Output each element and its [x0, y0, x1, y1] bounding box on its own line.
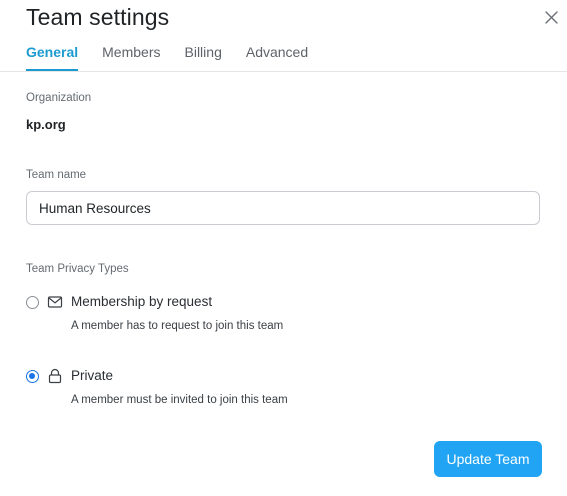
private-radio[interactable]	[26, 370, 39, 383]
team-settings-dialog: Team settings General Members Billing Ad…	[0, 0, 567, 496]
membership-by-request-title: Membership by request	[71, 294, 213, 309]
tab-general[interactable]: General	[26, 43, 79, 71]
privacy-option-membership-by-request[interactable]: Membership by request A member has to re…	[26, 294, 546, 334]
close-button[interactable]	[538, 4, 564, 30]
tab-bar: General Members Billing Advanced	[26, 43, 332, 71]
private-description: A member must be invited to join this te…	[71, 394, 288, 406]
membership-by-request-description: A member has to request to join this tea…	[71, 320, 284, 332]
close-icon	[544, 10, 558, 24]
private-title: Private	[71, 368, 114, 383]
tab-advanced[interactable]: Advanced	[246, 43, 308, 70]
organization-label: Organization	[26, 92, 92, 104]
update-team-button[interactable]: Update Team	[434, 441, 542, 477]
membership-by-request-radio[interactable]	[26, 296, 39, 309]
lock-icon	[48, 368, 62, 384]
privacy-types-label: Team Privacy Types	[26, 263, 129, 275]
envelope-icon	[47, 296, 63, 308]
organization-value: kp.org	[26, 117, 66, 132]
tab-billing[interactable]: Billing	[185, 43, 222, 70]
team-name-label: Team name	[26, 169, 87, 181]
team-name-input[interactable]	[26, 191, 540, 225]
tab-members[interactable]: Members	[102, 43, 160, 70]
dialog-title: Team settings	[26, 4, 170, 30]
tab-divider	[0, 71, 567, 72]
privacy-option-private[interactable]: Private A member must be invited to join…	[26, 368, 546, 408]
